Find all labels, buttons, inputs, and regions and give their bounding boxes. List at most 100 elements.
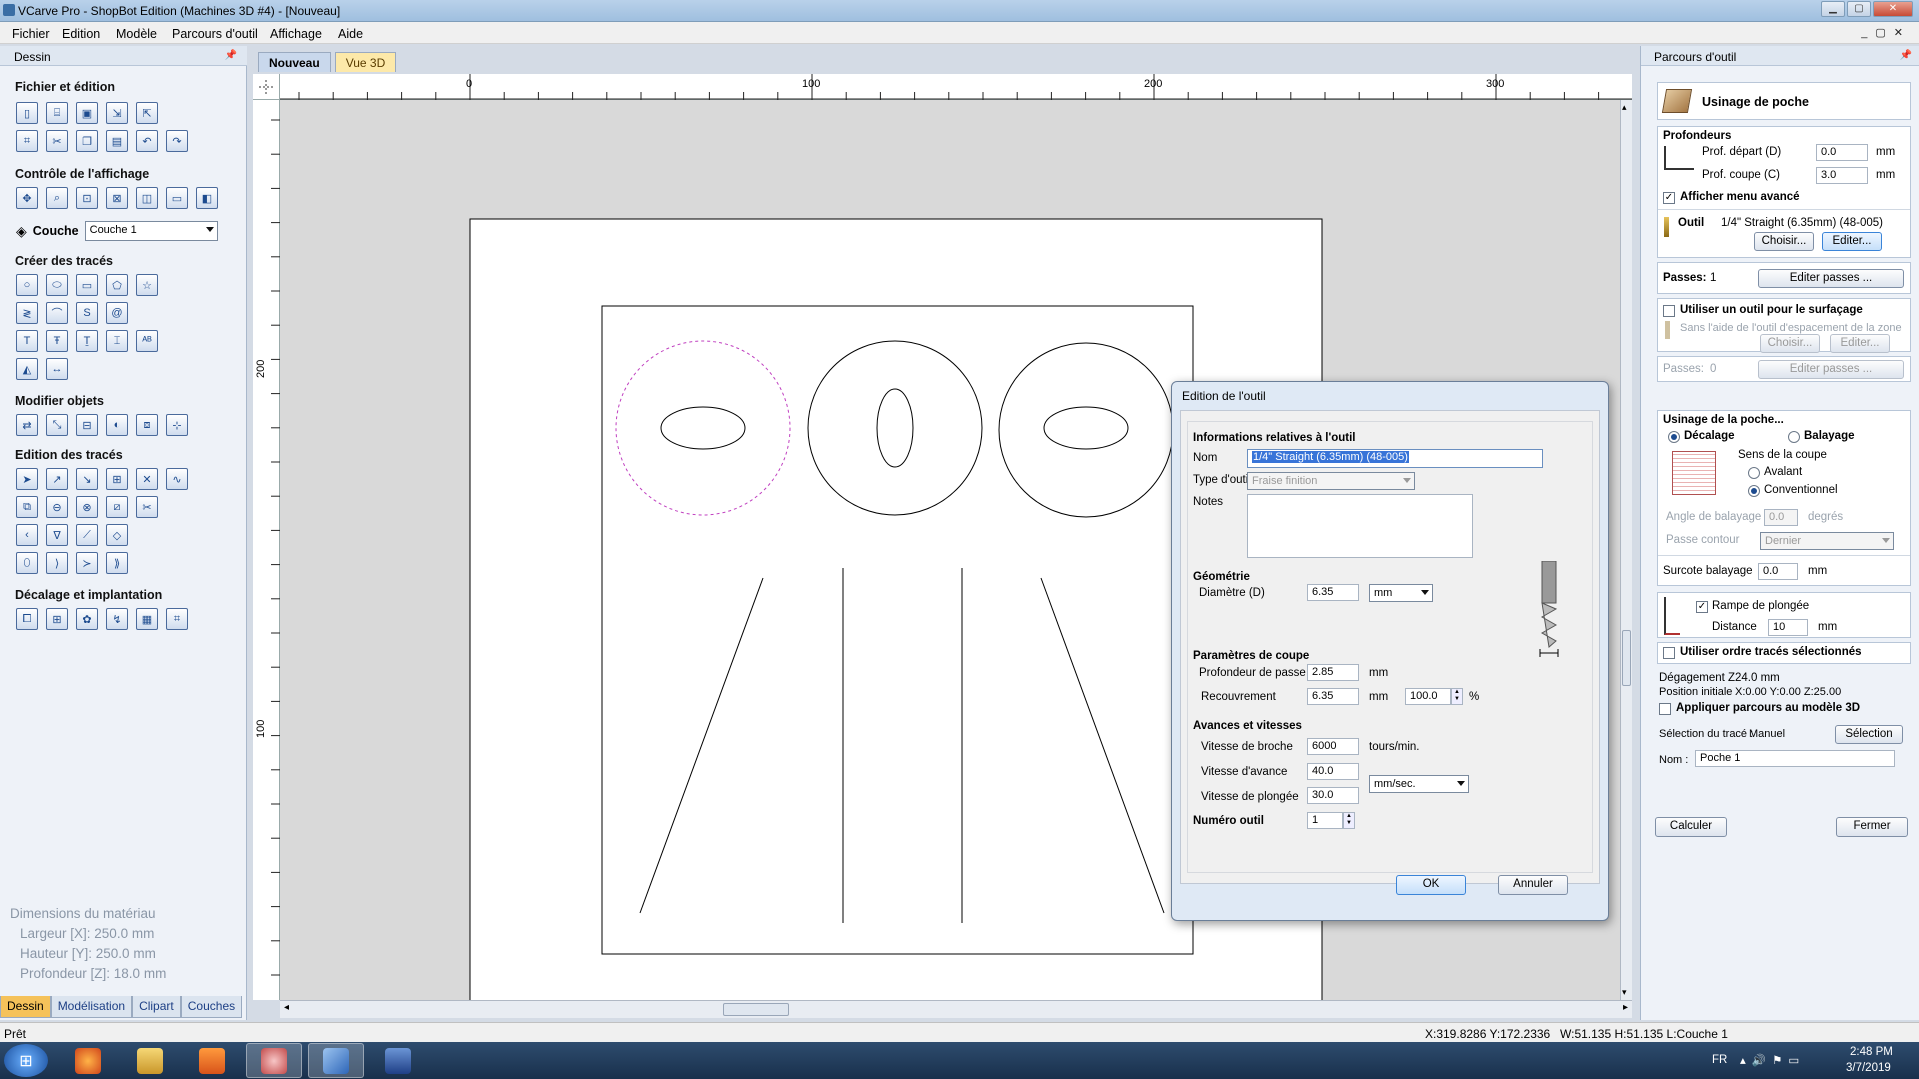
zoom-selection-icon[interactable]: ⊠ xyxy=(106,187,128,209)
tray-icons[interactable]: ▴🔊⚑▭ xyxy=(1740,1053,1805,1067)
menu-affichage[interactable]: Affichage xyxy=(270,27,322,41)
clock-time[interactable]: 2:48 PM xyxy=(1850,1046,1893,1058)
stepover-spinner[interactable]: ▲ ▼ xyxy=(1451,688,1463,705)
bitmap-trace-icon[interactable]: ◭ xyxy=(16,358,38,380)
offset-icon[interactable]: ⧠ xyxy=(16,608,38,630)
feed-input[interactable]: 40.0 xyxy=(1307,763,1359,780)
open-file-icon[interactable]: ⌸ xyxy=(46,102,68,124)
taskbar-app-2[interactable] xyxy=(370,1043,426,1078)
trim-icon[interactable]: ⧄ xyxy=(106,496,128,518)
area-clear-edit-button[interactable]: Editer... xyxy=(1830,334,1890,353)
minimize-button[interactable]: ▁ xyxy=(1821,1,1845,17)
start-depth-input[interactable]: 0.0 xyxy=(1816,144,1868,161)
tab-nouveau[interactable]: Nouveau xyxy=(258,52,331,72)
ok-button[interactable]: OK xyxy=(1396,875,1466,895)
close-vector-icon[interactable]: ⬯ xyxy=(16,552,38,574)
text-frame-icon[interactable]: Ŧ xyxy=(46,330,68,352)
v-fillet-icon[interactable]: ∇ xyxy=(46,524,68,546)
close-button[interactable]: ✕ xyxy=(1873,1,1913,17)
menu-modele[interactable]: Modèle xyxy=(116,27,157,41)
copy-icon[interactable]: ❐ xyxy=(76,130,98,152)
plunge-input[interactable]: 30.0 xyxy=(1307,787,1359,804)
spindle-input[interactable]: 6000 xyxy=(1307,738,1359,755)
polygon-icon[interactable]: ⬠ xyxy=(106,274,128,296)
ellipse-icon[interactable]: ⬭ xyxy=(46,274,68,296)
clock-date[interactable]: 3/7/2019 xyxy=(1846,1062,1891,1074)
stepover-input[interactable]: 6.35 xyxy=(1307,688,1359,705)
new-file-icon[interactable]: ▯ xyxy=(16,102,38,124)
notes-textarea[interactable] xyxy=(1247,494,1473,558)
rate-unit-dropdown[interactable]: mm/sec. xyxy=(1369,775,1469,793)
menu-fichier[interactable]: Fichier xyxy=(12,27,50,41)
menu-aide[interactable]: Aide xyxy=(338,27,363,41)
circular-array-icon[interactable]: ✿ xyxy=(76,608,98,630)
tool-number-input[interactable]: 1 xyxy=(1307,812,1343,829)
cancel-button[interactable]: Annuler xyxy=(1498,875,1568,895)
offset-radio[interactable] xyxy=(1668,431,1680,443)
diameter-unit-dropdown[interactable]: mm xyxy=(1369,584,1433,602)
start-button[interactable]: ⊞ xyxy=(4,1044,48,1077)
close-toolpath-button[interactable]: Fermer xyxy=(1836,817,1908,837)
edit-tool-button[interactable]: Editer... xyxy=(1822,232,1882,251)
horizontal-scrollbar[interactable]: ◂ ▸ xyxy=(280,1000,1632,1018)
scroll-up-icon[interactable]: ▴ xyxy=(1622,102,1627,113)
undo-icon[interactable]: ↶ xyxy=(136,130,158,152)
view-3d-icon[interactable]: ◧ xyxy=(196,187,218,209)
cut-icon[interactable]: ✂ xyxy=(46,130,68,152)
toolpath-name-input[interactable]: Poche 1 xyxy=(1695,750,1895,767)
copy-along-vector-icon[interactable]: ↯ xyxy=(106,608,128,630)
text-auto-layout-icon[interactable]: ⌶ xyxy=(106,330,128,352)
tool-number-spinner[interactable]: ▲ ▼ xyxy=(1343,812,1355,829)
join-icon[interactable]: ∿ xyxy=(166,468,188,490)
scale-icon[interactable]: ⤡ xyxy=(46,414,68,436)
cut-depth-input[interactable]: 3.0 xyxy=(1816,167,1868,184)
menu-parcours[interactable]: Parcours d'outil xyxy=(172,27,258,41)
curve-icon[interactable]: ⌒ xyxy=(46,302,68,324)
polyline-icon[interactable]: ≷ xyxy=(16,302,38,324)
tiling-icon[interactable]: ⌗ xyxy=(166,608,188,630)
vertical-scrollbar[interactable]: ▴ ▾ xyxy=(1620,100,1632,1000)
tool-name-input[interactable]: 1/4" Straight (6.35mm) (48-005) xyxy=(1247,449,1543,468)
order-checkbox[interactable] xyxy=(1663,647,1675,659)
pan-icon[interactable]: ✥ xyxy=(16,187,38,209)
pin-icon[interactable]: 📌 xyxy=(1900,50,1912,61)
save-icon[interactable]: ▣ xyxy=(76,102,98,124)
diameter-input[interactable]: 6.35 xyxy=(1307,584,1359,601)
vscroll-thumb[interactable] xyxy=(1622,630,1631,686)
raster-angle-input[interactable]: 0.0 xyxy=(1764,509,1798,526)
pass-depth-input[interactable]: 2.85 xyxy=(1307,664,1359,681)
arc-fit-icon[interactable]: ⟩ xyxy=(46,552,68,574)
circle-icon[interactable]: ○ xyxy=(16,274,38,296)
area-clear-choose-button[interactable]: Choisir... xyxy=(1760,334,1820,353)
group-icon[interactable]: ⊞ xyxy=(106,468,128,490)
nesting-icon[interactable]: ▦ xyxy=(136,608,158,630)
profile-pass-dropdown[interactable]: Dernier xyxy=(1760,532,1894,550)
polyline-fit-icon[interactable]: ⟫ xyxy=(106,552,128,574)
calculate-button[interactable]: Calculer xyxy=(1655,817,1727,837)
intersect-icon[interactable]: ⊗ xyxy=(76,496,98,518)
hscroll-thumb[interactable] xyxy=(723,1003,789,1016)
transform-icon[interactable]: ⊹ xyxy=(166,414,188,436)
selection-button[interactable]: Sélection xyxy=(1835,725,1903,744)
mirror-icon[interactable]: ◐ xyxy=(106,414,128,436)
climb-radio[interactable] xyxy=(1748,467,1760,479)
fillet-icon[interactable]: ‹ xyxy=(16,524,38,546)
zoom-icon[interactable]: ⌕ xyxy=(46,187,68,209)
ramp-checkbox[interactable]: ✓ xyxy=(1696,601,1708,613)
scissors-icon[interactable]: ✂ xyxy=(136,496,158,518)
area-clear-edit-passes-button[interactable]: Editer passes ... xyxy=(1758,360,1904,379)
paste-icon[interactable]: ▤ xyxy=(106,130,128,152)
taskbar-app-1[interactable] xyxy=(246,1043,302,1078)
rectangle-icon[interactable]: ▭ xyxy=(76,274,98,296)
apply-3d-checkbox[interactable] xyxy=(1659,703,1671,715)
area-clear-checkbox[interactable] xyxy=(1663,305,1675,317)
tab-dessin[interactable]: Dessin xyxy=(0,996,51,1018)
curve-fit-icon[interactable]: ≻ xyxy=(76,552,98,574)
array-copy-icon[interactable]: ⊞ xyxy=(46,608,68,630)
taskbar-firefox[interactable] xyxy=(60,1043,116,1078)
smooth-icon[interactable]: ◇ xyxy=(106,524,128,546)
pin-icon[interactable]: 📌 xyxy=(225,50,237,61)
export-icon[interactable]: ⇱ xyxy=(136,102,158,124)
interactive-select-icon[interactable]: ↘ xyxy=(76,468,98,490)
mdi-window-controls[interactable]: _▢✕ xyxy=(1861,26,1911,39)
